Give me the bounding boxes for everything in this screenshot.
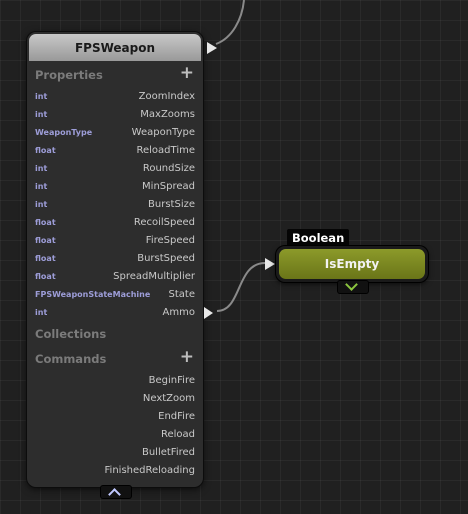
command-name: EndFire bbox=[158, 411, 195, 422]
section-commands: Commands + bbox=[33, 347, 198, 368]
property-name: Ammo bbox=[162, 307, 195, 318]
property-type: FPSWeaponStateMachine bbox=[35, 290, 151, 299]
ammo-output-port-icon[interactable] bbox=[204, 307, 213, 319]
property-row[interactable]: float RecoilSpeed bbox=[33, 214, 198, 232]
property-row[interactable]: int MaxZooms bbox=[33, 106, 198, 124]
add-property-icon[interactable]: + bbox=[180, 63, 194, 83]
property-type: float bbox=[35, 146, 56, 155]
isempty-node-title[interactable]: IsEmpty bbox=[279, 249, 425, 279]
wire-ammo-to-isempty bbox=[216, 262, 266, 312]
property-row[interactable]: float FireSpeed bbox=[33, 232, 198, 250]
command-name: NextZoom bbox=[142, 393, 195, 404]
property-type: WeaponType bbox=[35, 128, 93, 137]
property-name: BurstSize bbox=[148, 199, 195, 210]
wire-outgoing bbox=[215, 0, 245, 45]
properties-list: int ZoomIndex int MaxZooms WeaponType Weapo… bbox=[33, 88, 213, 322]
command-row[interactable]: NextZoom bbox=[33, 390, 198, 408]
property-row[interactable]: WeaponType WeaponType bbox=[33, 124, 198, 142]
property-type: int bbox=[35, 110, 48, 119]
add-command-icon[interactable]: + bbox=[180, 347, 194, 367]
section-properties: Properties + bbox=[33, 63, 198, 84]
property-row[interactable]: FPSWeaponStateMachine State bbox=[33, 286, 198, 304]
property-type: int bbox=[35, 308, 48, 317]
command-row[interactable]: FinishedReloading bbox=[33, 462, 198, 480]
expand-isempty-button[interactable] bbox=[338, 278, 368, 293]
property-name: WeaponType bbox=[131, 127, 195, 138]
property-name: RecoilSpeed bbox=[133, 217, 195, 228]
property-type: float bbox=[35, 272, 56, 281]
property-name: ZoomIndex bbox=[138, 91, 195, 102]
fpsweapon-node[interactable]: FPSWeapon Properties + int ZoomIndex int M… bbox=[27, 32, 217, 487]
property-row[interactable]: int RoundSize bbox=[33, 160, 198, 178]
chevron-down-icon bbox=[345, 278, 358, 291]
property-name: MaxZooms bbox=[140, 109, 195, 120]
property-name: State bbox=[168, 289, 195, 300]
command-row[interactable]: Reload bbox=[33, 426, 198, 444]
property-row[interactable]: float ReloadTime bbox=[33, 142, 198, 160]
input-port-icon[interactable] bbox=[265, 258, 275, 270]
section-collections: Collections bbox=[33, 325, 198, 343]
command-name: FinishedReloading bbox=[104, 465, 195, 476]
output-port-icon[interactable] bbox=[207, 42, 217, 54]
command-row[interactable]: BeginFire bbox=[33, 372, 198, 390]
property-name: MinSpread bbox=[142, 181, 195, 192]
section-properties-label: Properties bbox=[35, 68, 103, 82]
command-name: Reload bbox=[160, 429, 195, 440]
property-row[interactable]: int ZoomIndex bbox=[33, 88, 198, 106]
property-row[interactable]: float SpreadMultiplier bbox=[33, 268, 198, 286]
property-name: ReloadTime bbox=[136, 145, 196, 156]
isempty-node[interactable]: IsEmpty bbox=[276, 246, 428, 282]
property-name: BurstSpeed bbox=[137, 253, 195, 264]
section-commands-label: Commands bbox=[35, 352, 107, 366]
property-row[interactable]: int BurstSize bbox=[33, 196, 198, 214]
command-row[interactable]: EndFire bbox=[33, 408, 198, 426]
property-name: RoundSize bbox=[142, 163, 195, 174]
command-name: BeginFire bbox=[148, 375, 195, 386]
property-type: int bbox=[35, 164, 48, 173]
property-type: float bbox=[35, 254, 56, 263]
node-title[interactable]: FPSWeapon bbox=[29, 34, 201, 61]
property-row[interactable]: int MinSpread bbox=[33, 178, 198, 196]
return-type-label: Boolean bbox=[287, 229, 350, 247]
command-name: BulletFired bbox=[141, 447, 195, 458]
property-type: int bbox=[35, 92, 48, 101]
property-row[interactable]: float BurstSpeed bbox=[33, 250, 198, 268]
property-name: FireSpeed bbox=[145, 235, 195, 246]
property-type: float bbox=[35, 218, 56, 227]
property-row-ammo[interactable]: int Ammo bbox=[33, 304, 213, 322]
collapse-node-button[interactable] bbox=[101, 486, 131, 501]
property-type: int bbox=[35, 200, 48, 209]
section-collections-label: Collections bbox=[35, 327, 107, 341]
property-type: float bbox=[35, 236, 56, 245]
commands-list: BeginFire NextZoom EndFire Reload Bullet… bbox=[33, 372, 198, 480]
command-row[interactable]: BulletFired bbox=[33, 444, 198, 462]
property-type: int bbox=[35, 182, 48, 191]
property-name: SpreadMultiplier bbox=[113, 271, 195, 282]
